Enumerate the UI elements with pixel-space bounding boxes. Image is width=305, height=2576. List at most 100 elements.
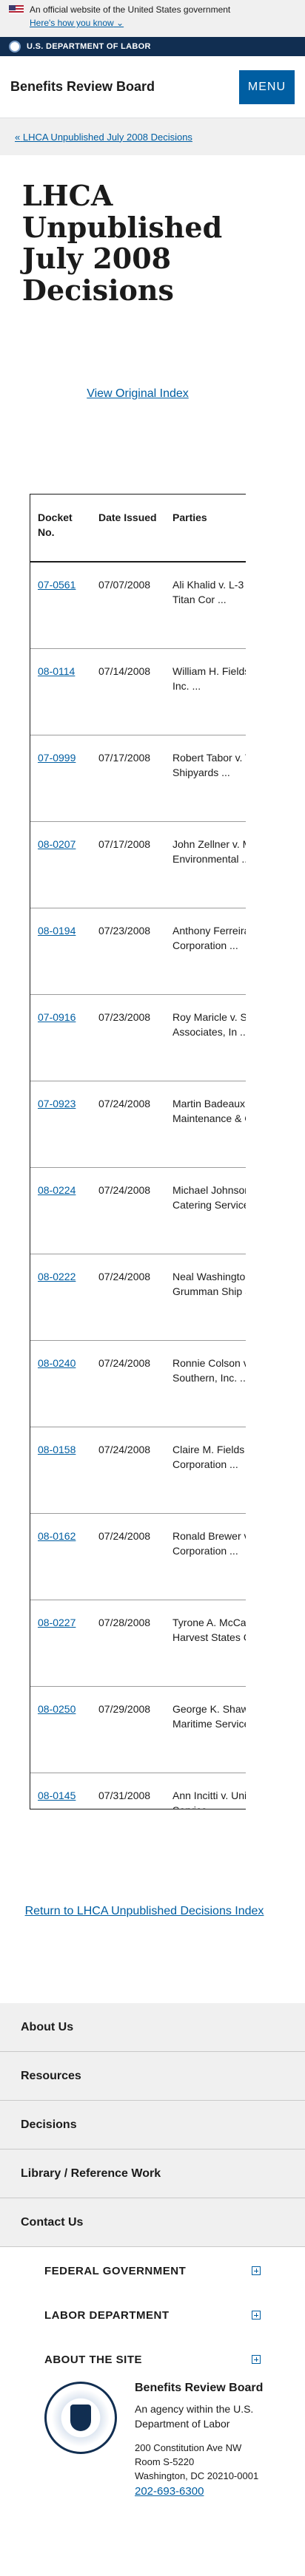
agency-name: Benefits Review Board — [135, 2382, 264, 2394]
footer-nav-decisions[interactable]: Decisions — [0, 2101, 305, 2150]
footer-nav-about-us[interactable]: About Us — [0, 2003, 305, 2052]
date-cell: 07/23/2008 — [91, 908, 165, 995]
date-cell: 07/07/2008 — [91, 562, 165, 649]
date-cell: 07/14/2008 — [91, 648, 165, 735]
table-row: 08-0207 07/17/2008John Zellner v. Moran E… — [30, 821, 246, 908]
plus-icon[interactable] — [252, 2311, 261, 2320]
site-title[interactable]: Benefits Review Board — [10, 79, 155, 95]
parties-cell: John Zellner v. Moran Environmental ... — [165, 821, 246, 908]
breadcrumb[interactable]: « LHCA Unpublished July 2008 Decisions — [0, 118, 305, 155]
parties-cell: William H. Fields v. Logistec, USA, Inc.… — [165, 648, 246, 735]
decisions-table: Docket No. Date Issued Parties 07-0561 07… — [30, 495, 246, 1809]
docket-cell: 08-0158 — [30, 1427, 91, 1514]
docket-cell: 08-0194 — [30, 908, 91, 995]
docket-link[interactable]: 08-0114 — [38, 665, 75, 677]
parties-cell: Robert Tabor v. Todd Pacific Shipyards .… — [165, 735, 246, 822]
accordion-label: ABOUT THE SITE — [44, 2353, 143, 2366]
footer-accordions: FEDERAL GOVERNMENT LABOR DEPARTMENT ABOU… — [0, 2249, 305, 2382]
date-cell: 07/24/2008 — [91, 1340, 165, 1427]
address-line: Washington, DC 20210-0001 — [135, 2470, 259, 2481]
table-row: 08-0194 07/23/2008Anthony Ferreira v. Ele… — [30, 908, 246, 995]
menu-button[interactable]: MENU — [238, 69, 295, 104]
accordion-label: FEDERAL GOVERNMENT — [44, 2264, 187, 2277]
docket-cell: 08-0222 — [30, 1254, 91, 1341]
docket-cell: 07-0916 — [30, 994, 91, 1081]
docket-link[interactable]: 08-0250 — [38, 1703, 76, 1715]
parties-cell: Anthony Ferreira v. Electric Boat Corpor… — [165, 908, 246, 995]
accordion-labor-department[interactable]: LABOR DEPARTMENT — [44, 2293, 261, 2337]
parties-cell: Ali Khalid v. L-3 Communications - Titan… — [165, 562, 246, 649]
docket-link[interactable]: 08-0227 — [38, 1617, 76, 1628]
docket-link[interactable]: 08-0222 — [38, 1271, 76, 1282]
agency-phone-link[interactable]: 202-693-6300 — [135, 2485, 281, 2498]
docket-cell: 08-0162 — [30, 1513, 91, 1600]
how-you-know-label: Here's how you know — [30, 18, 114, 28]
date-cell: 07/29/2008 — [91, 1686, 165, 1773]
docket-link[interactable]: 08-0162 — [38, 1530, 76, 1542]
header-parties: Parties — [165, 495, 246, 563]
table-row: 07-0916 07/23/2008Roy Maricle v. Sabre Pe… — [30, 994, 246, 1081]
date-cell: 07/28/2008 — [91, 1600, 165, 1687]
agency-info: Benefits Review Board An agency within t… — [44, 2382, 281, 2498]
parties-cell: George K. Shaw v. Universal Maritime Ser… — [165, 1686, 246, 1773]
address-line: Room S-5220 — [135, 2456, 195, 2468]
back-arrow-icon: « — [15, 131, 21, 143]
docket-link[interactable]: 08-0158 — [38, 1444, 76, 1455]
table-row: 08-0158 07/24/2008Claire M. Fields v. Bat… — [30, 1427, 246, 1514]
docket-cell: 07-0561 — [30, 562, 91, 649]
agency-address: 200 Constitution Ave NW Room S-5220 Wash… — [135, 2441, 281, 2484]
plus-icon[interactable] — [252, 2266, 261, 2275]
date-cell: 07/24/2008 — [91, 1081, 165, 1168]
table-header-row: Docket No. Date Issued Parties — [30, 495, 246, 563]
dol-label[interactable]: U.S. DEPARTMENT OF LABOR — [27, 42, 151, 51]
docket-cell: 08-0224 — [30, 1167, 91, 1254]
date-cell: 07/23/2008 — [91, 994, 165, 1081]
date-cell: 07/24/2008 — [91, 1167, 165, 1254]
docket-link[interactable]: 07-0923 — [38, 1098, 76, 1109]
docket-cell: 08-0250 — [30, 1686, 91, 1773]
address-line: 200 Constitution Ave NW — [135, 2442, 242, 2454]
table-row: 07-0999 07/17/2008Robert Tabor v. Todd Pa… — [30, 735, 246, 822]
decisions-table-container[interactable]: Docket No. Date Issued Parties 07-0561 07… — [30, 494, 246, 1809]
dol-seal-icon — [9, 41, 21, 52]
table-row: 08-0227 07/28/2008Tyrone A. McCallon v. C… — [30, 1600, 246, 1687]
parties-cell: Ann Incitti v. Universal Maritime Servic… — [165, 1773, 246, 1809]
table-row: 08-0162 07/24/2008Ronald Brewer v. Electr… — [30, 1513, 246, 1600]
header-date: Date Issued — [91, 495, 165, 563]
docket-cell: 08-0227 — [30, 1600, 91, 1687]
docket-link[interactable]: 07-0916 — [38, 1011, 76, 1023]
table-row: 07-0561 07/07/2008Ali Khalid v. L-3 Commu… — [30, 562, 246, 649]
date-cell: 07/24/2008 — [91, 1427, 165, 1514]
docket-link[interactable]: 08-0194 — [38, 925, 76, 937]
docket-link[interactable]: 08-0145 — [38, 1790, 76, 1801]
docket-link[interactable]: 08-0224 — [38, 1184, 76, 1196]
footer-nav-resources[interactable]: Resources — [0, 2052, 305, 2101]
plus-icon[interactable] — [252, 2355, 261, 2364]
footer-nav-library[interactable]: Library / Reference Work — [0, 2150, 305, 2198]
docket-cell: 07-0923 — [30, 1081, 91, 1168]
parties-cell: Ronnie Colson v. Coastal Great Southern,… — [165, 1340, 246, 1427]
table-row: 08-0250 07/29/2008George K. Shaw v. Unive… — [30, 1686, 246, 1773]
docket-link[interactable]: 08-0207 — [38, 838, 76, 850]
docket-cell: 08-0240 — [30, 1340, 91, 1427]
us-flag-icon — [9, 5, 24, 14]
breadcrumb-link[interactable]: LHCA Unpublished July 2008 Decisions — [23, 132, 192, 143]
dol-seal-icon — [44, 2382, 117, 2454]
date-cell: 07/24/2008 — [91, 1254, 165, 1341]
accordion-label: LABOR DEPARTMENT — [44, 2308, 170, 2322]
date-cell: 07/24/2008 — [91, 1513, 165, 1600]
view-original-index-link[interactable]: View Original Index — [0, 387, 305, 401]
docket-link[interactable]: 07-0561 — [38, 579, 76, 591]
docket-link[interactable]: 07-0999 — [38, 752, 76, 764]
docket-link[interactable]: 08-0240 — [38, 1357, 76, 1369]
docket-cell: 08-0145 — [30, 1773, 91, 1809]
site-header: Benefits Review Board MENU — [0, 56, 305, 118]
parties-cell: Ronald Brewer v. Electric Boat Corporati… — [165, 1513, 246, 1600]
footer-nav-contact-us[interactable]: Contact Us — [0, 2198, 305, 2247]
accordion-about-the-site[interactable]: ABOUT THE SITE — [44, 2337, 261, 2382]
header-docket: Docket No. — [30, 495, 91, 563]
date-cell: 07/31/2008 — [91, 1773, 165, 1809]
accordion-federal-government[interactable]: FEDERAL GOVERNMENT — [44, 2249, 261, 2293]
how-you-know-toggle[interactable]: Here's how you know ⌄ — [30, 18, 124, 28]
return-to-index-link[interactable]: Return to LHCA Unpublished Decisions Ind… — [22, 1903, 267, 1920]
